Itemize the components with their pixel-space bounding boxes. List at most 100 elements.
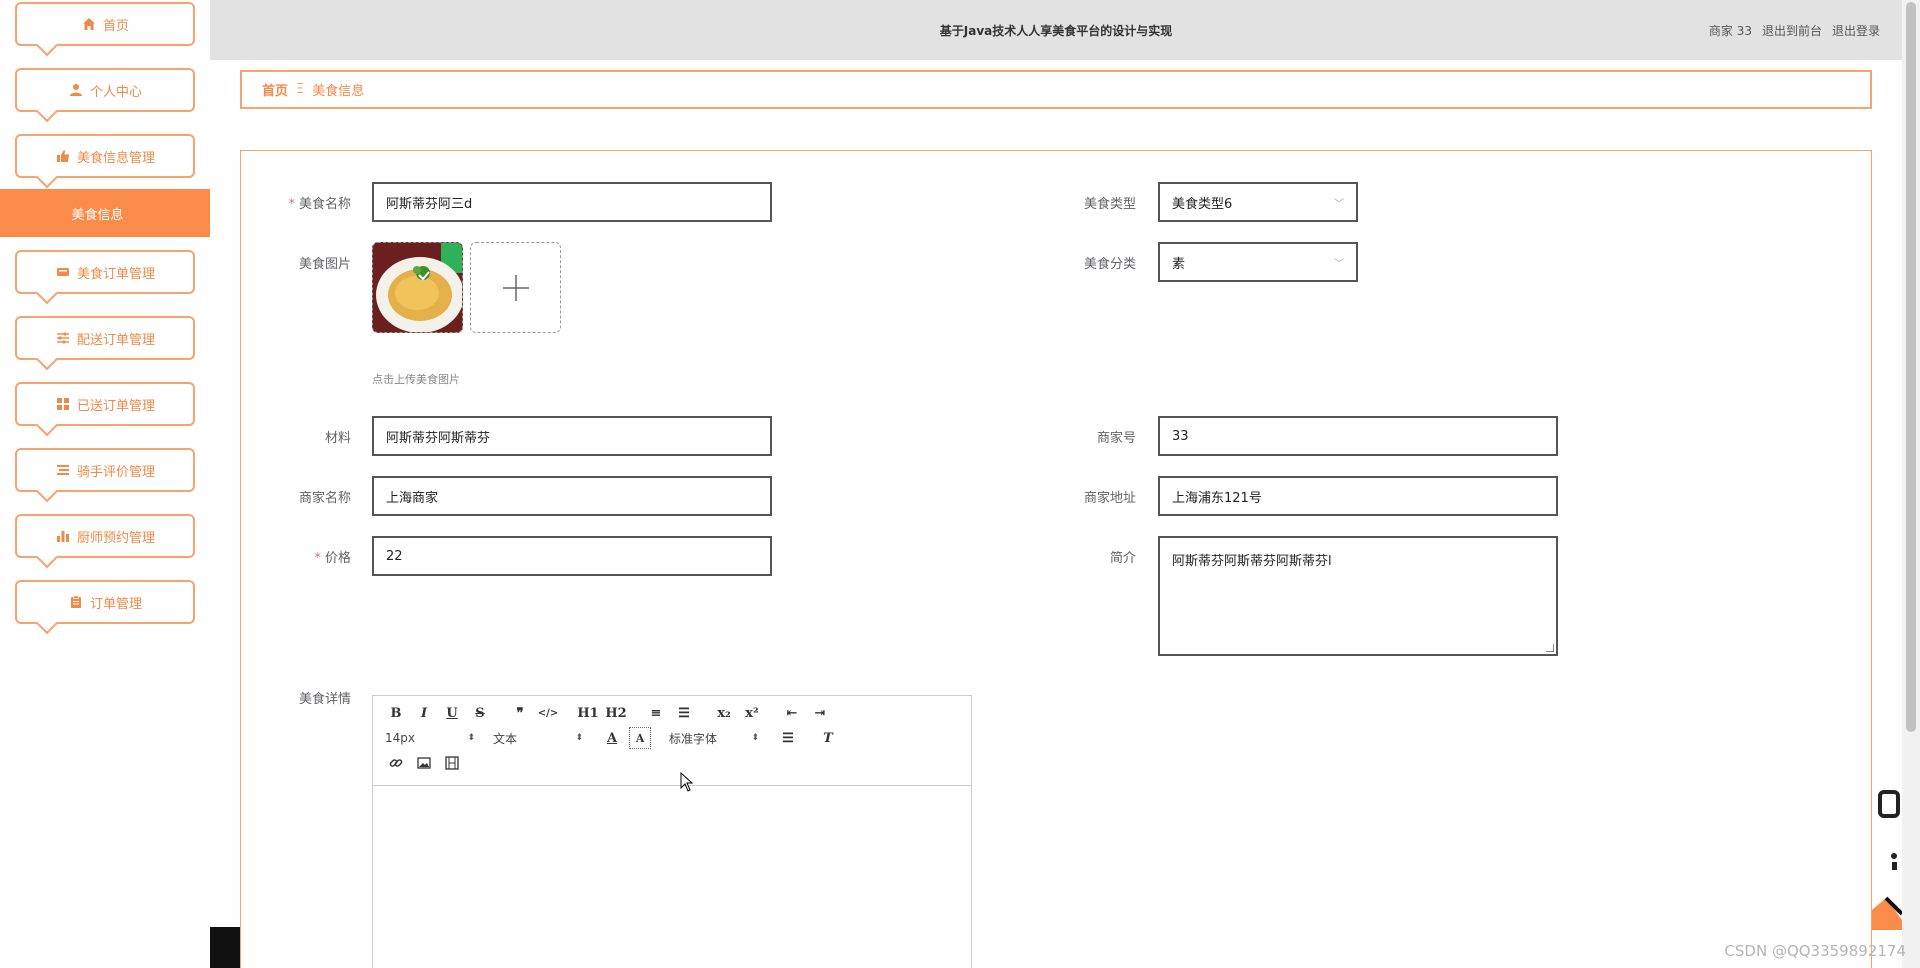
sidebar-subitem-label: 美食信息	[71, 207, 124, 223]
ordered-list-button[interactable]: ≡	[645, 702, 667, 724]
breadcrumb-separator: Ξ	[296, 82, 305, 97]
chevron-down-icon: ﹀	[1334, 198, 1344, 210]
food-name-value: 阿斯蒂芬阿三d	[386, 196, 473, 212]
food-name-label: * 美食名称	[288, 197, 351, 212]
bar-chart-icon	[55, 528, 71, 544]
breadcrumb-home[interactable]: 首页	[262, 80, 288, 99]
sidebar-item-label: 个人中心	[89, 84, 142, 100]
clear-format-icon[interactable]: T	[817, 727, 839, 749]
background-color-icon[interactable]: A	[629, 727, 651, 749]
sidebar-item-label: 订单管理	[89, 596, 142, 612]
food-category-label: 美食分类	[1083, 257, 1136, 272]
sidebar-item-delivered-orders[interactable]: 已送订单管理	[15, 382, 195, 426]
bold-button[interactable]: B	[385, 702, 407, 724]
material-input[interactable]: 阿斯蒂芬阿斯蒂芬	[372, 416, 772, 456]
required-mark: *	[314, 551, 321, 566]
strike-button[interactable]: S	[469, 702, 491, 724]
breadcrumb-current: 美食信息	[312, 84, 365, 99]
merchant-no-input[interactable]: 33	[1158, 416, 1558, 456]
sidebar-item-label: 骑手评价管理	[76, 464, 155, 480]
image-upload-button[interactable]	[470, 242, 561, 333]
plus-icon	[502, 274, 529, 301]
sidebar-item-food-orders[interactable]: 美食订单管理	[15, 250, 195, 294]
intro-textarea[interactable]: 阿斯蒂芬阿斯蒂芬阿斯蒂芬l	[1158, 536, 1558, 656]
sidebar-subitem-food-info[interactable]: 美食信息	[0, 189, 210, 237]
intro-label: 简介	[1109, 551, 1136, 566]
sidebar-item-order-mgmt[interactable]: 订单管理	[15, 580, 195, 624]
chevron-down-icon: ﹀	[1334, 258, 1344, 270]
blockquote-button[interactable]: ❞	[509, 702, 531, 724]
clipboard-icon	[68, 594, 84, 610]
food-image-thumbnail[interactable]	[372, 242, 463, 333]
subscript-button[interactable]: x₂	[713, 702, 735, 724]
sidebar-item-label: 配送订单管理	[76, 332, 155, 348]
header-picker[interactable]: 文本 ⬍	[493, 730, 583, 747]
breadcrumb: 首页 Ξ 美食信息	[240, 70, 1872, 109]
updown-icon: ⬍	[467, 733, 475, 743]
sidebar-item-label: 美食信息管理	[76, 150, 155, 166]
merchant-name-input[interactable]: 上海商家	[372, 476, 772, 516]
indent-button[interactable]: ⇥	[809, 702, 831, 724]
home-icon	[81, 16, 97, 32]
header-user-area: 商家 33 退出到前台 退出登录	[1709, 22, 1880, 39]
editor-toolbar: B I U S ❞ </> H1 H2 ≡ ☰ x₂ x² ⇤ ⇥ 14px ⬍…	[373, 696, 971, 786]
sidebar-item-chef-booking[interactable]: 厨师预约管理	[15, 514, 195, 558]
sidebar-item-label: 厨师预约管理	[76, 530, 155, 546]
app-title: 基于Java技术人人享美食平台的设计与实现	[939, 24, 1173, 38]
food-name-input[interactable]: 阿斯蒂芬阿三d	[372, 182, 772, 222]
sidebar-item-label: 首页	[102, 18, 129, 34]
resize-handle[interactable]	[1546, 644, 1554, 652]
font-family-picker[interactable]: 标准字体 ⬍	[669, 730, 759, 747]
page-scrollbar[interactable]	[1902, 0, 1920, 968]
sidebar: 首页 个人中心 美食信息管理 美食信息 美食订单管理 配送订单管理 已送订单管理	[0, 0, 210, 968]
code-block-button[interactable]: </>	[537, 702, 559, 724]
required-mark: *	[288, 197, 295, 212]
sidebar-item-profile[interactable]: 个人中心	[15, 68, 195, 112]
watermark: CSDN @QQ3359892174	[1724, 942, 1906, 960]
rich-text-editor[interactable]: B I U S ❞ </> H1 H2 ≡ ☰ x₂ x² ⇤ ⇥ 14px ⬍…	[372, 695, 972, 968]
price-input[interactable]: 22	[372, 536, 772, 576]
merchant-no-label: 商家号	[1096, 431, 1136, 446]
header2-button[interactable]: H2	[605, 702, 627, 724]
merchant-name-value: 上海商家	[386, 490, 439, 506]
outdent-button[interactable]: ⇤	[781, 702, 803, 724]
italic-button[interactable]: I	[413, 702, 435, 724]
header1-button[interactable]: H1	[577, 702, 599, 724]
merchant-name-label: 商家名称	[298, 491, 351, 506]
updown-icon: ⬍	[575, 733, 583, 743]
edge-decoration-icon	[1872, 790, 1902, 930]
merchant-address-input[interactable]: 上海浦东121号	[1158, 476, 1558, 516]
price-value: 22	[386, 548, 403, 564]
logout-link[interactable]: 退出登录	[1832, 22, 1880, 39]
food-form-panel: * 美食名称 阿斯蒂芬阿三d 美食类型 美食类型6 ﹀ 美食图片 点击上传美食图片…	[240, 150, 1872, 968]
sidebar-item-food-info-mgmt[interactable]: 美食信息管理	[15, 134, 195, 178]
list-icon	[55, 462, 71, 478]
font-color-icon[interactable]: A	[601, 727, 623, 749]
dark-block	[210, 927, 240, 968]
bullet-list-button[interactable]: ☰	[673, 702, 695, 724]
upload-hint: 点击上传美食图片	[372, 373, 460, 386]
food-type-value: 美食类型6	[1172, 196, 1233, 212]
scrollbar-thumb[interactable]	[1906, 2, 1916, 732]
superscript-button[interactable]: x²	[741, 702, 763, 724]
food-category-select[interactable]: 素 ﹀	[1158, 242, 1358, 282]
sidebar-item-label: 美食订单管理	[76, 266, 155, 282]
link-icon[interactable]	[385, 752, 407, 774]
sidebar-item-rider-reviews[interactable]: 骑手评价管理	[15, 448, 195, 492]
editor-content-area[interactable]	[373, 786, 971, 968]
align-icon[interactable]: ☰	[777, 727, 799, 749]
video-icon[interactable]	[441, 752, 463, 774]
font-size-picker[interactable]: 14px ⬍	[385, 731, 475, 745]
go-front-link[interactable]: 退出到前台	[1762, 22, 1822, 39]
sidebar-item-label: 已送订单管理	[76, 398, 155, 414]
grid-icon	[55, 396, 71, 412]
sidebar-item-home[interactable]: 首页	[15, 2, 195, 46]
food-type-select[interactable]: 美食类型6 ﹀	[1158, 182, 1358, 222]
current-user: 商家 33	[1708, 24, 1752, 38]
underline-button[interactable]: U	[441, 702, 463, 724]
sidebar-item-delivery-orders[interactable]: 配送订单管理	[15, 316, 195, 360]
price-label: * 价格	[314, 551, 351, 566]
material-label: 材料	[324, 431, 351, 446]
ticket-icon	[55, 264, 71, 280]
image-icon[interactable]	[413, 752, 435, 774]
